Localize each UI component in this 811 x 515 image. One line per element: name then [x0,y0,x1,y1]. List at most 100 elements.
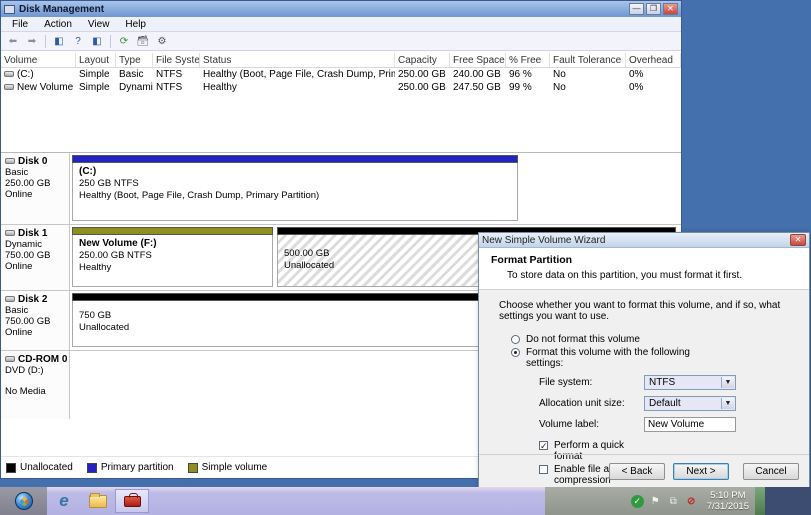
col-layout[interactable]: Layout [76,53,116,67]
menu-view[interactable]: View [81,18,117,31]
col-file-system[interactable]: File System [153,53,200,67]
col-status[interactable]: Status [200,53,395,67]
taskbar-clock[interactable]: 5:10 PM 7/31/2015 [707,490,749,512]
app-icon [4,5,15,14]
wizard-footer: < Back Next > Cancel [479,454,809,487]
cell-pct: 96 % [506,69,550,80]
table-row[interactable]: New Volume (F:) Simple Dynamic NTFS Heal… [1,81,681,94]
cdrom-label[interactable]: CD-ROM 0 DVD (D:) No Media [1,351,70,419]
cancel-button[interactable]: Cancel [743,463,799,480]
col-pct-free[interactable]: % Free [506,53,550,67]
disk-icon[interactable]: 🗃 [135,34,151,49]
disk-icon [5,158,15,164]
cell-type: Basic [116,69,153,80]
disk2-label[interactable]: Disk 2 Basic 750.00 GB Online [1,291,70,350]
toolbar-separator [110,35,111,48]
cell-fault: No [550,69,626,80]
menu-action[interactable]: Action [37,18,79,31]
table-row[interactable]: (C:) Simple Basic NTFS Healthy (Boot, Pa… [1,68,681,81]
minimize-button[interactable]: — [629,3,644,15]
volume-list-header: Volume Layout Type File System Status Ca… [1,53,681,68]
wizard-heading: Format Partition [491,254,799,266]
internet-explorer-taskbar-icon[interactable]: e [47,487,81,515]
legend-primary-partition: Primary partition [87,462,174,473]
help-icon[interactable]: ? [70,34,86,49]
refresh-icon[interactable]: ⟳ [116,34,132,49]
disk-icon [5,230,15,236]
back-icon[interactable]: ⬅ [5,34,21,49]
disk-management-taskbar-icon[interactable] [115,489,149,513]
volume-icon [4,84,14,90]
disk-row-0: Disk 0 Basic 250.00 GB Online (C:) 250 G… [1,153,681,225]
menubar: File Action View Help [1,17,681,32]
cell-capacity: 250.00 GB [395,82,450,93]
simple-volume-swatch [188,463,198,473]
cell-volume: New Volume (F:) [17,82,76,93]
taskbar: e ✓ ⚑ ⧉ ⊘ 5:10 PM 7/31/2015 [0,487,811,515]
cdrom-icon [5,356,15,362]
chevron-down-icon[interactable]: ▼ [721,377,734,388]
toolbar: ⬅ ➡ ◧ ? ◧ ⟳ 🗃 ⚙ [1,32,681,51]
checkbox-checked-icon[interactable]: ✓ [539,441,548,450]
folder-icon [89,495,107,508]
disk1-label[interactable]: Disk 1 Dynamic 750.00 GB Online [1,225,70,290]
network-icon[interactable]: ⧉ [667,495,680,508]
menu-file[interactable]: File [5,18,35,31]
cell-type: Dynamic [116,82,153,93]
volume-list: Volume Layout Type File System Status Ca… [1,53,681,153]
toolbox-icon [124,496,141,507]
col-volume[interactable]: Volume [1,53,76,67]
titlebar[interactable]: Disk Management — ❐ ✕ [1,1,681,17]
back-button[interactable]: < Back [609,463,665,480]
col-capacity[interactable]: Capacity [395,53,450,67]
forward-icon[interactable]: ➡ [24,34,40,49]
allocation-unit-select[interactable]: Default ▼ [644,396,736,411]
window-title: Disk Management [19,4,627,15]
windows-start-icon [15,492,33,510]
radio-do-not-format[interactable]: Do not format this volume [511,334,795,345]
cell-fault: No [550,82,626,93]
show-desktop-strip[interactable] [755,487,765,515]
simple-volume-bar [72,227,273,235]
legend-simple-volume: Simple volume [188,462,268,473]
cell-overhead: 0% [626,69,681,80]
properties-window-icon[interactable]: ◧ [89,34,105,49]
menu-help[interactable]: Help [118,18,153,31]
partition-f[interactable]: New Volume (F:) 250.00 GB NTFS Healthy [72,227,273,287]
col-type[interactable]: Type [116,53,153,67]
radio-format-volume[interactable]: Format this volume with the following se… [511,347,795,369]
col-free-space[interactable]: Free Space [450,53,506,67]
col-overhead[interactable]: Overhead [626,53,681,67]
file-system-select[interactable]: NTFS ▼ [644,375,736,390]
volume-muted-icon[interactable]: ⊘ [685,495,698,508]
file-explorer-taskbar-icon[interactable] [81,487,115,515]
cell-fs: NTFS [153,69,200,80]
action-center-flag-icon[interactable]: ⚑ [649,495,662,508]
security-check-icon[interactable]: ✓ [631,495,644,508]
wizard-close-icon[interactable]: ✕ [790,234,806,246]
close-button[interactable]: ✕ [663,3,678,15]
next-button[interactable]: Next > [673,463,729,480]
rescan-icon[interactable]: ⚙ [154,34,170,49]
volume-label-row: Volume label: [539,417,795,432]
wizard-intro: Choose whether you want to format this v… [499,300,795,322]
volume-icon [4,71,14,77]
file-system-label: File system: [539,377,644,388]
radio-icon-selected[interactable] [511,348,520,357]
primary-partition-swatch [87,463,97,473]
cell-fs: NTFS [153,82,200,93]
restore-button[interactable]: ❐ [646,3,661,15]
col-fault-tolerance[interactable]: Fault Tolerance [550,53,626,67]
volume-label-input[interactable] [644,417,736,432]
wizard-titlebar[interactable]: New Simple Volume Wizard ✕ [479,233,809,248]
system-tray: ✓ ⚑ ⧉ ⊘ 5:10 PM 7/31/2015 [545,487,755,515]
toolbar-separator [45,35,46,48]
radio-icon[interactable] [511,335,520,344]
disk0-label[interactable]: Disk 0 Basic 250.00 GB Online [1,153,70,224]
chevron-down-icon[interactable]: ▼ [721,398,734,409]
cell-free: 240.00 GB [450,69,506,80]
partition-c[interactable]: (C:) 250 GB NTFS Healthy (Boot, Page Fil… [72,155,518,221]
cell-layout: Simple [76,69,116,80]
start-button[interactable] [0,487,47,515]
console-window-icon[interactable]: ◧ [51,34,67,49]
